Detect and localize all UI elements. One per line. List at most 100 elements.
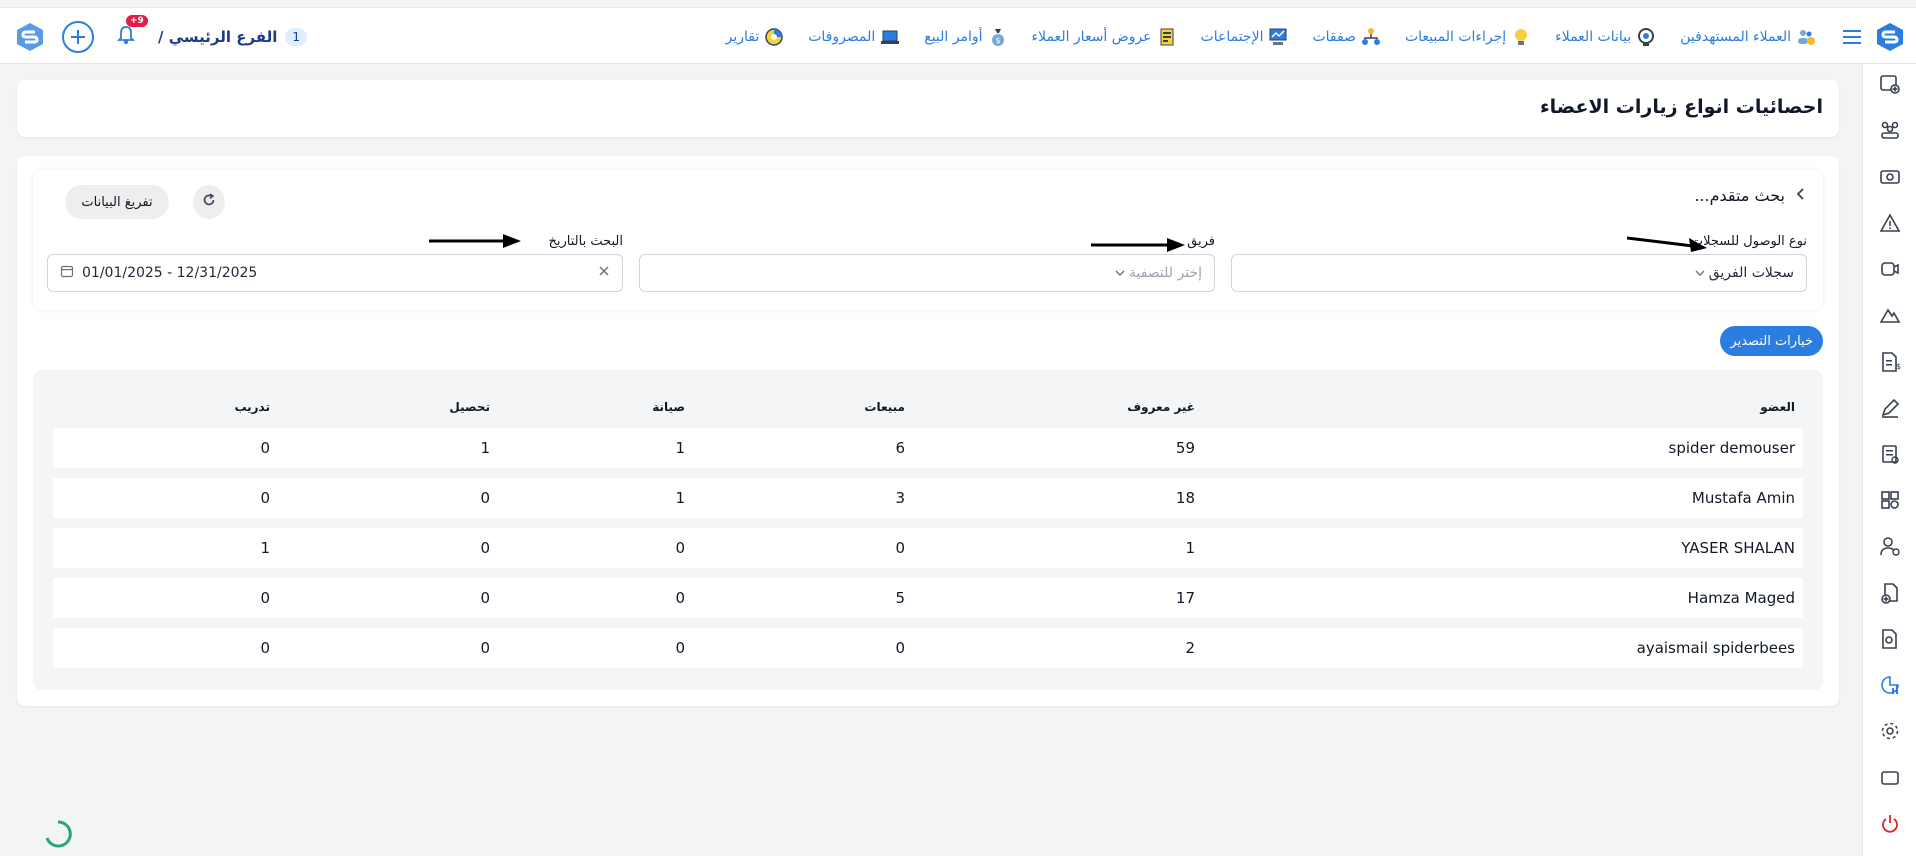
sidebar-settings-icon[interactable] bbox=[1875, 717, 1905, 745]
member-visits-table: العضو غير معروف مبيعات صيانة تحصيل تدريب… bbox=[53, 386, 1803, 678]
cell-training: 1 bbox=[53, 528, 278, 568]
clear-date-icon[interactable] bbox=[598, 265, 610, 281]
team-select[interactable]: إختر للتصفية bbox=[639, 254, 1215, 292]
org-chart-icon bbox=[1361, 27, 1381, 47]
nav-item-label: بيانات العملاء bbox=[1555, 28, 1632, 45]
cell-member: spider demouser bbox=[1203, 428, 1803, 468]
cell-unknown: 2 bbox=[913, 628, 1203, 668]
cell-unknown: 59 bbox=[913, 428, 1203, 468]
nav-item-sales-orders[interactable]: $ أوامر البيع bbox=[912, 8, 1019, 65]
app-logo-icon[interactable] bbox=[1872, 19, 1908, 55]
sidebar-file-add-icon[interactable] bbox=[1875, 579, 1905, 607]
title-card: احصائيات انواع زيارات الاعضاء bbox=[17, 80, 1839, 137]
notification-badge: +9 bbox=[126, 14, 148, 27]
presentation-icon bbox=[1268, 27, 1288, 47]
nav-item-reports[interactable]: تقارير bbox=[714, 8, 797, 65]
date-range-wrap: 01/01/2025 - 12/31/2025 bbox=[60, 264, 257, 282]
nav-item-price-quotes[interactable]: عروض أسعار العملاء bbox=[1020, 8, 1189, 65]
cell-member: ayaismail spiderbees bbox=[1203, 628, 1803, 668]
sidebar-invoice-icon[interactable]: $ bbox=[1875, 347, 1905, 375]
cell-maintenance: 0 bbox=[498, 578, 693, 618]
document-icon bbox=[1157, 27, 1177, 47]
sidebar-warning-icon[interactable] bbox=[1875, 209, 1905, 237]
notifications-button[interactable]: +9 bbox=[110, 14, 148, 53]
cell-sales: 0 bbox=[693, 628, 913, 668]
date-range-input[interactable]: 01/01/2025 - 12/31/2025 bbox=[47, 254, 623, 292]
chevron-left-icon bbox=[1795, 186, 1807, 205]
nav-item-meetings[interactable]: الإجتماعات bbox=[1189, 8, 1301, 65]
add-button[interactable] bbox=[62, 20, 94, 53]
cell-sales: 0 bbox=[693, 528, 913, 568]
col-header-collection: تحصيل bbox=[449, 400, 490, 414]
content-card: بحث متقدم... تفريغ البيانات نوع الوصول ل… bbox=[17, 156, 1839, 706]
col-header-sales: مبيعات bbox=[864, 400, 905, 414]
cell-member: YASER SHALAN bbox=[1203, 528, 1803, 568]
filter-panel: بحث متقدم... تفريغ البيانات نوع الوصول ل… bbox=[33, 170, 1823, 310]
cell-collection: 0 bbox=[278, 628, 498, 668]
col-header-member: العضو bbox=[1760, 400, 1795, 414]
table-header-row: العضو غير معروف مبيعات صيانة تحصيل تدريب bbox=[53, 396, 1803, 418]
cell-unknown: 1 bbox=[913, 528, 1203, 568]
sidebar-video-icon[interactable] bbox=[1875, 255, 1905, 283]
annotation-arrow-icon bbox=[1627, 236, 1707, 252]
hamburger-menu-icon[interactable] bbox=[1838, 23, 1866, 51]
cell-collection: 1 bbox=[278, 428, 498, 468]
export-options-button[interactable]: خيارات التصدير bbox=[1720, 326, 1823, 356]
cell-maintenance: 0 bbox=[498, 528, 693, 568]
cell-unknown: 18 bbox=[913, 478, 1203, 518]
advanced-search-toggle[interactable]: بحث متقدم... bbox=[1694, 186, 1807, 205]
advanced-search-label: بحث متقدم... bbox=[1694, 186, 1785, 205]
branch-label: الفرع الرئيسي / bbox=[158, 27, 278, 46]
sidebar-file-search-icon[interactable] bbox=[1875, 625, 1905, 653]
chevron-down-icon bbox=[1115, 265, 1125, 281]
refresh-button[interactable] bbox=[193, 185, 225, 219]
sidebar-power-icon[interactable] bbox=[1875, 810, 1905, 838]
cell-maintenance: 1 bbox=[498, 478, 693, 518]
nav-item-target-customers[interactable]: العملاء المستهدفين bbox=[1668, 8, 1828, 65]
cell-member: Mustafa Amin bbox=[1203, 478, 1803, 518]
annotation-arrow-icon bbox=[429, 234, 521, 248]
clear-data-button[interactable]: تفريغ البيانات bbox=[65, 185, 169, 219]
svg-text:$: $ bbox=[1896, 362, 1901, 371]
navbar-start: العملاء المستهدفين بيانات العملاء إجراءا… bbox=[714, 8, 1916, 65]
table-row: YASER SHALAN 1 0 0 0 1 bbox=[53, 528, 1803, 568]
cell-training: 0 bbox=[53, 478, 278, 518]
sidebar-add-card-icon[interactable] bbox=[1875, 70, 1905, 98]
sidebar-window-icon[interactable] bbox=[1875, 764, 1905, 792]
nav-item-label: إجراءات المبيعات bbox=[1404, 28, 1507, 45]
cell-unknown: 17 bbox=[913, 578, 1203, 618]
bulb-icon bbox=[1511, 27, 1531, 47]
top-navbar: العملاء المستهدفين بيانات العملاء إجراءا… bbox=[0, 7, 1916, 64]
table-row: spider demouser 59 6 1 1 0 bbox=[53, 428, 1803, 468]
loading-spinner-icon bbox=[42, 818, 74, 850]
branch-selector[interactable]: 1 الفرع الرئيسي / bbox=[158, 27, 308, 46]
cell-maintenance: 0 bbox=[498, 628, 693, 668]
nav-item-sales-actions[interactable]: إجراءات المبيعات bbox=[1393, 8, 1543, 65]
access-type-value: سجلات الفريق bbox=[1708, 265, 1794, 281]
app-switch-logo-icon[interactable] bbox=[14, 21, 46, 53]
sidebar-team-icon[interactable] bbox=[1875, 116, 1905, 144]
access-type-select[interactable]: سجلات الفريق bbox=[1231, 254, 1807, 292]
sidebar-user-check-icon[interactable] bbox=[1875, 532, 1905, 560]
access-type-label: نوع الوصول للسجلات bbox=[1690, 234, 1807, 249]
branch-count-badge: 1 bbox=[285, 27, 308, 46]
nav-item-label: العملاء المستهدفين bbox=[1680, 28, 1791, 45]
sidebar-boxes-icon[interactable] bbox=[1875, 486, 1905, 514]
date-search-label: البحث بالتاريخ bbox=[548, 234, 624, 249]
cell-sales: 6 bbox=[693, 428, 913, 468]
sidebar-mountain-icon[interactable] bbox=[1875, 301, 1905, 329]
cell-sales: 3 bbox=[693, 478, 913, 518]
cell-collection: 0 bbox=[278, 578, 498, 618]
svg-text:$: $ bbox=[995, 36, 1000, 45]
page-title: احصائيات انواع زيارات الاعضاء bbox=[1539, 96, 1823, 118]
sidebar-contract-icon[interactable] bbox=[1875, 440, 1905, 468]
col-header-training: تدريب bbox=[234, 400, 270, 414]
nav-item-customer-data[interactable]: بيانات العملاء bbox=[1543, 8, 1668, 65]
team-label: فريق bbox=[1187, 234, 1215, 249]
sidebar-pen-icon[interactable] bbox=[1875, 394, 1905, 422]
nav-item-deals[interactable]: صفقات bbox=[1300, 8, 1393, 65]
nav-item-expenses[interactable]: المصروفات bbox=[796, 8, 912, 65]
cell-maintenance: 1 bbox=[498, 428, 693, 468]
sidebar-analytics-icon[interactable] bbox=[1875, 671, 1905, 699]
sidebar-cash-icon[interactable] bbox=[1875, 162, 1905, 190]
